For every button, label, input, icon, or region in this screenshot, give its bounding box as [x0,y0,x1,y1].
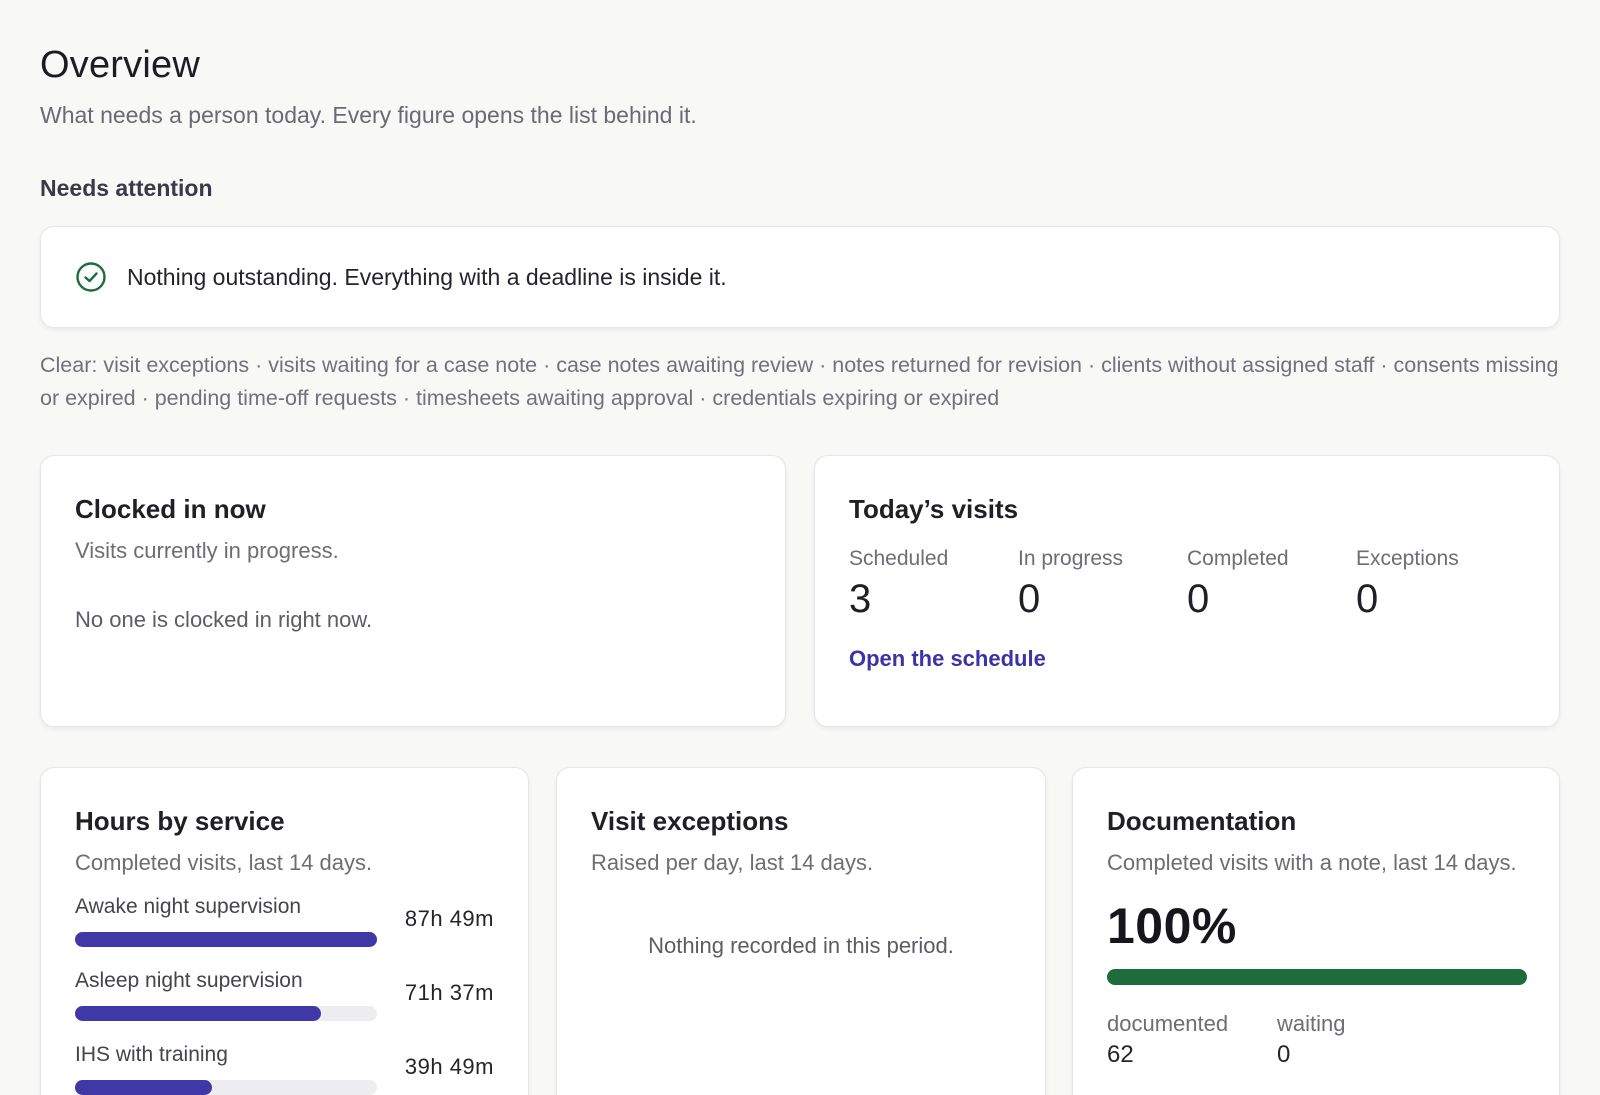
service-bar-fill [75,932,377,947]
stat-value: 0 [1018,577,1041,621]
count-label: waiting [1277,1011,1346,1036]
documentation-title: Documentation [1107,806,1297,836]
stat-label: Completed [1187,547,1289,570]
stat-exceptions[interactable]: Exceptions 0 [1356,547,1525,622]
documentation-counts: documented 62 waiting 0 [1107,1011,1525,1069]
page-subtitle: What needs a person today. Every figure … [40,102,697,128]
clocked-in-card[interactable]: Clocked in now Visits currently in progr… [40,455,786,727]
todays-visits-card: Today’s visits Scheduled 3 In progress 0… [814,455,1560,727]
attention-message: Nothing outstanding. Everything with a d… [127,263,727,290]
service-bar-track [75,1080,377,1095]
stat-value: 0 [1187,577,1210,621]
service-row[interactable]: IHS with training 39h 49m [75,1043,494,1095]
stat-label: In progress [1018,547,1124,570]
service-bar-track [75,1006,377,1021]
count-documented[interactable]: documented 62 [1107,1011,1277,1069]
service-row[interactable]: Awake night supervision 87h 49m [75,895,494,953]
clocked-in-title: Clocked in now [75,494,266,524]
hours-by-service-title: Hours by service [75,806,285,836]
documentation-card[interactable]: Documentation Completed visits with a no… [1072,767,1560,1095]
open-schedule-link[interactable]: Open the schedule [849,646,1046,672]
documentation-description: Completed visits with a note, last 14 da… [1107,850,1517,875]
service-row[interactable]: Asleep night supervision 71h 37m [75,969,494,1027]
visit-exceptions-card[interactable]: Visit exceptions Raised per day, last 14… [556,767,1046,1095]
service-duration: 71h 37m [404,980,494,1005]
stat-in-progress[interactable]: In progress 0 [1018,547,1187,622]
stat-value: 3 [849,577,872,621]
stat-completed[interactable]: Completed 0 [1187,547,1356,622]
hours-by-service-description: Completed visits, last 14 days. [75,850,373,875]
documentation-bar-track [1107,969,1527,985]
service-bar-track [75,932,377,947]
needs-attention-heading: Needs attention [40,175,213,201]
clocked-in-empty-state: No one is clocked in right now. [75,607,373,632]
visit-exceptions-title: Visit exceptions [591,806,789,836]
needs-attention-card: Nothing outstanding. Everything with a d… [40,226,1560,328]
count-value: 0 [1277,1041,1291,1068]
count-label: documented [1107,1011,1229,1036]
documentation-bar-fill [1107,969,1527,985]
service-bar-fill [75,1006,322,1021]
page-title: Overview [40,44,200,86]
hours-by-service-card: Hours by service Completed visits, last … [40,767,529,1095]
service-duration: 87h 49m [404,906,494,931]
visit-exceptions-description: Raised per day, last 14 days. [591,850,874,875]
service-bar-fill [75,1080,212,1095]
clocked-in-description: Visits currently in progress. [75,538,339,563]
stat-label: Scheduled [849,547,949,570]
count-value: 62 [1107,1041,1134,1068]
count-waiting[interactable]: waiting 0 [1277,1011,1447,1069]
todays-visits-title: Today’s visits [849,494,1019,524]
service-duration: 39h 49m [404,1054,494,1079]
documentation-percent: 100% [1107,898,1237,954]
stat-label: Exceptions [1356,547,1459,570]
stat-value: 0 [1356,577,1379,621]
check-circle-icon [76,262,106,292]
cleared-checks-list: Clear: visit exceptions · visits waiting… [40,353,1559,410]
visit-stats: Scheduled 3 In progress 0 Completed 0 Ex… [849,547,1525,622]
visit-exceptions-empty-state: Nothing recorded in this period. [648,933,954,958]
stat-scheduled[interactable]: Scheduled 3 [849,547,1018,622]
overview-page: Overview What needs a person today. Ever… [0,0,1600,1095]
